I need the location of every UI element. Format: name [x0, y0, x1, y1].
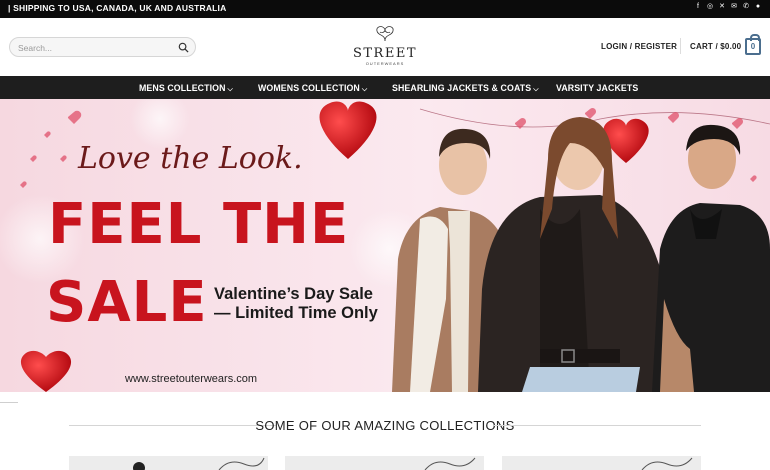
chevron-down-icon: ⌵: [361, 86, 368, 93]
instagram-icon[interactable]: ◎: [706, 3, 714, 11]
email-icon[interactable]: ✉: [730, 3, 738, 11]
nav-item-label: MENS COLLECTION: [139, 83, 226, 93]
nav-item-shearling-jackets[interactable]: SHEARLING JACKETS & COATS ⌵: [392, 83, 539, 94]
nav-item-varsity-jackets[interactable]: VARSITY JACKETS: [556, 83, 638, 93]
collection-card-image: [133, 457, 265, 470]
logo-subtext: OUTERWEARS: [365, 61, 405, 66]
header-divider: [680, 38, 681, 54]
social-links: f ◎ ✕ ✉ ✆ ●: [694, 3, 762, 11]
site-header: STREET OUTERWEARS LOGIN / REGISTER CART …: [0, 18, 770, 76]
collection-card[interactable]: [69, 456, 268, 470]
search-icon[interactable]: [178, 42, 189, 53]
logo-text: STREET: [352, 46, 417, 61]
search-box: [9, 37, 196, 57]
collection-card-image: [424, 457, 476, 470]
top-bar: | SHIPPING TO USA, CANADA, UK AND AUSTRA…: [0, 0, 770, 18]
hero-headline-line2: SALE: [46, 270, 208, 335]
nav-item-label: SHEARLING JACKETS & COATS: [392, 83, 532, 93]
logo-flourish-icon: [376, 26, 394, 42]
section-divider-right: [494, 425, 701, 426]
hero-url: www.streetouterwears.com: [125, 373, 258, 385]
main-nav: MENS COLLECTION ⌵ WOMENS COLLECTION ⌵ SHEA…: [0, 76, 770, 99]
hero-subtext: Valentine’s Day Sale — Limited Time Only: [214, 285, 378, 322]
site-logo[interactable]: STREET OUTERWEARS: [350, 24, 420, 70]
collection-card[interactable]: [285, 456, 484, 470]
hero-headline-line1: FEEL THE: [48, 192, 350, 257]
facebook-icon[interactable]: f: [694, 3, 702, 11]
search-input[interactable]: [18, 41, 178, 54]
nav-item-mens-collection[interactable]: MENS COLLECTION ⌵: [139, 83, 233, 94]
chevron-down-icon: ⌵: [227, 86, 233, 93]
hero-banner[interactable]: Love the Look. FEEL THE SALE Valentine’s…: [0, 99, 770, 392]
nav-item-label: WOMENS COLLECTION: [258, 83, 360, 93]
carousel-indicator[interactable]: [0, 402, 18, 403]
nav-item-womens-collection[interactable]: WOMENS COLLECTION ⌵: [258, 83, 367, 94]
collection-card[interactable]: [502, 456, 701, 470]
pinterest-icon[interactable]: ●: [754, 3, 762, 11]
phone-icon[interactable]: ✆: [742, 3, 750, 11]
collection-card-image: [641, 457, 693, 470]
shipping-notice: | SHIPPING TO USA, CANADA, UK AND AUSTRA…: [8, 3, 227, 13]
chevron-down-icon: ⌵: [533, 86, 539, 93]
hero-script-headline: Love the Look.: [78, 141, 303, 176]
x-icon[interactable]: ✕: [718, 3, 726, 11]
cart-link[interactable]: CART / $0.00: [690, 42, 741, 51]
nav-item-label: VARSITY JACKETS: [556, 83, 639, 93]
cart-count-badge[interactable]: 0: [745, 34, 761, 55]
login-register-link[interactable]: LOGIN / REGISTER: [601, 42, 677, 51]
